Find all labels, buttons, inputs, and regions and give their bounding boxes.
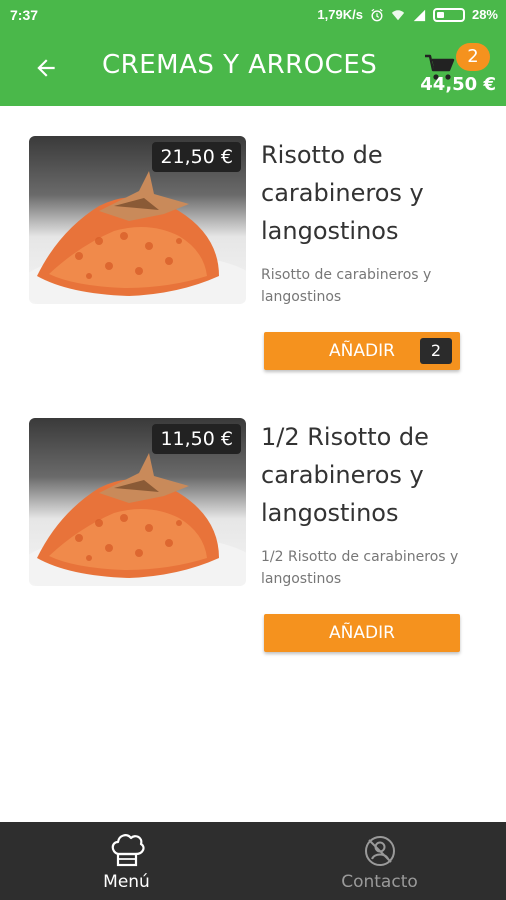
nav-label-contacto: Contacto xyxy=(341,872,418,892)
product-image: 21,50 € xyxy=(29,136,246,304)
cart-count-badge: 2 xyxy=(456,43,490,71)
price-tag: 11,50 € xyxy=(152,424,241,454)
signal-icon xyxy=(413,9,426,21)
cart-button[interactable]: 2 44,50 € xyxy=(416,40,496,100)
app-bar: CREMAS Y ARROCES 2 44,50 € xyxy=(0,30,506,106)
add-button-label: AÑADIR xyxy=(329,623,395,643)
add-to-cart-button[interactable]: AÑADIR 2 xyxy=(264,332,460,370)
cart-total: 44,50 € xyxy=(420,74,496,95)
product-name: 1/2 Risotto de carabineros y langostinos xyxy=(261,423,429,527)
back-button[interactable] xyxy=(22,44,70,92)
status-right: 1,79K/s 28% xyxy=(317,7,498,22)
product-description: Risotto de carabineros y langostinos xyxy=(261,267,432,305)
status-bar: 7:37 1,79K/s 28% xyxy=(0,0,506,30)
bottom-nav: Menú Contacto xyxy=(0,822,506,900)
page-title: CREMAS Y ARROCES xyxy=(102,50,378,80)
quantity-badge: 2 xyxy=(420,338,452,364)
product-image: 11,50 € xyxy=(29,418,246,586)
chef-hat-icon xyxy=(111,834,145,867)
nav-item-menu[interactable]: Menú xyxy=(0,822,253,900)
price-tag: 21,50 € xyxy=(152,142,241,172)
network-speed: 1,79K/s xyxy=(317,7,363,22)
nav-item-contacto[interactable]: Contacto xyxy=(253,822,506,900)
battery-icon xyxy=(432,7,465,22)
add-to-cart-button[interactable]: AÑADIR xyxy=(264,614,460,652)
arrow-left-icon xyxy=(37,59,55,77)
product-description: 1/2 Risotto de carabineros y langostinos xyxy=(261,549,459,587)
product-name: Risotto de carabineros y langostinos xyxy=(261,141,424,245)
add-button-label: AÑADIR xyxy=(329,341,395,361)
status-time: 7:37 xyxy=(10,7,39,23)
nav-label-menu: Menú xyxy=(103,872,150,892)
battery-level: 28% xyxy=(471,7,498,22)
wifi-icon xyxy=(391,9,405,20)
alarm-icon xyxy=(371,8,383,21)
contact-icon xyxy=(364,836,395,866)
